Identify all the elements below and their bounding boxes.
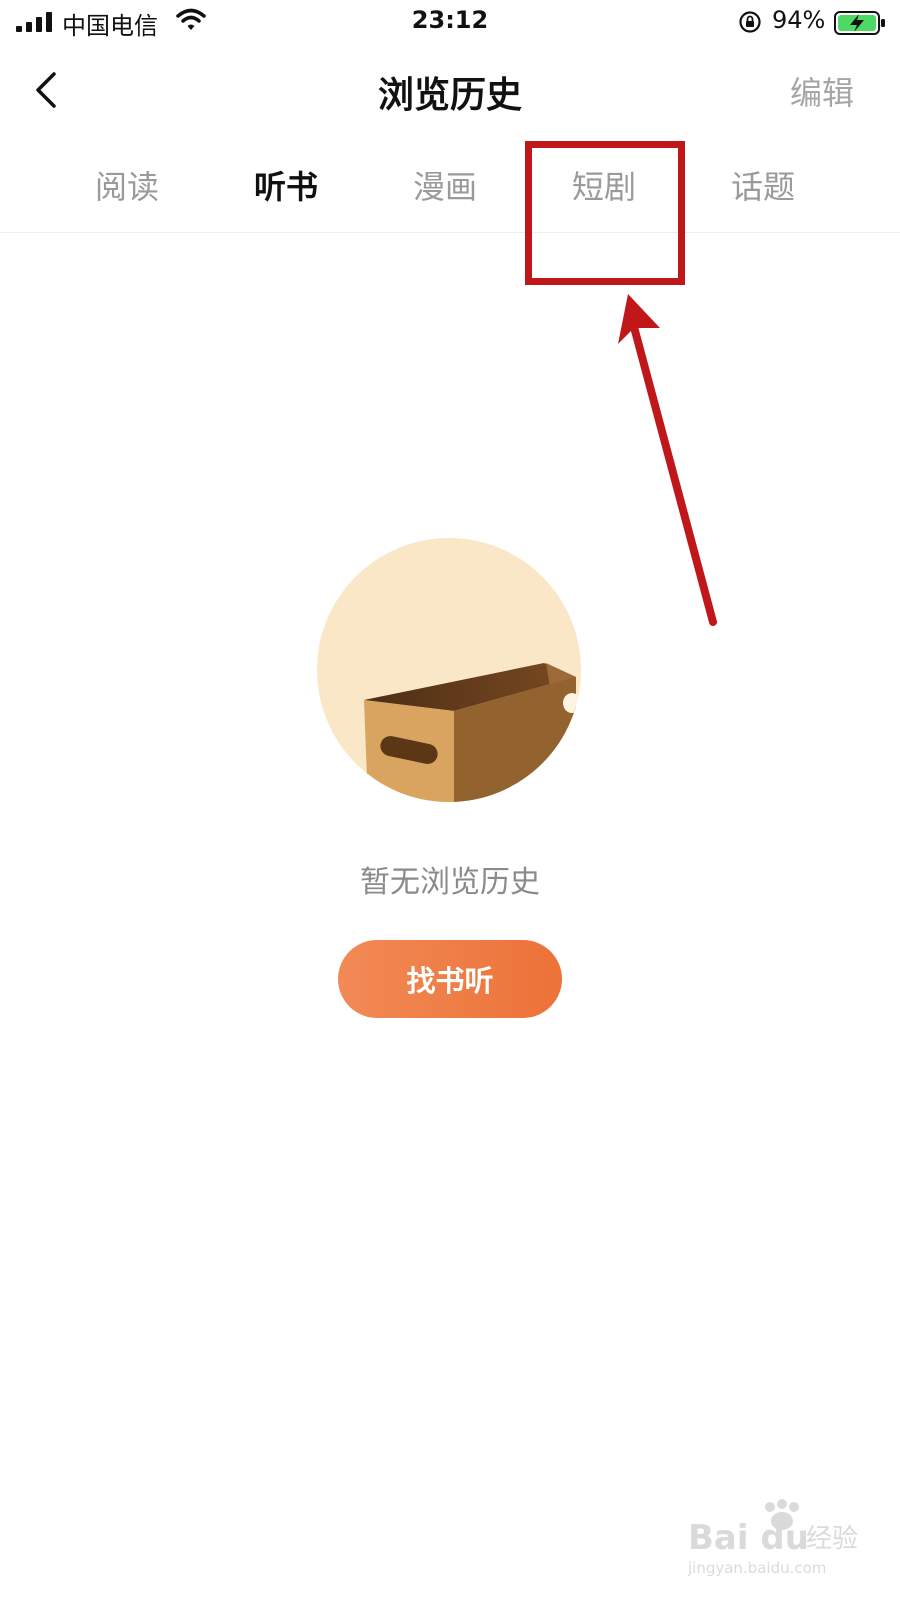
nav-bar: 浏览历史 编辑 xyxy=(0,50,900,130)
svg-text:经验: 经验 xyxy=(806,1524,858,1554)
empty-state-message: 暂无浏览历史 xyxy=(360,865,540,900)
tab-bar: 阅读 听书 漫画 短剧 话题 xyxy=(0,150,900,230)
svg-text:Bai du: Bai du xyxy=(688,1518,809,1558)
status-bar: 中国电信 23:12 94% xyxy=(0,0,900,46)
tab-comics[interactable]: 漫画 xyxy=(390,162,500,208)
tabs-divider xyxy=(0,232,900,233)
rotation-lock-icon xyxy=(739,11,761,33)
battery-percent: 94% xyxy=(772,6,826,34)
svg-text:jingyan.baidu.com: jingyan.baidu.com xyxy=(688,1559,826,1577)
tab-topics[interactable]: 话题 xyxy=(708,162,818,208)
annotation-arrow-icon xyxy=(618,294,717,626)
status-time: 23:12 xyxy=(411,6,489,34)
tab-reading[interactable]: 阅读 xyxy=(72,162,182,208)
battery-charging-icon xyxy=(834,11,885,35)
tab-audiobook[interactable]: 听书 xyxy=(231,162,341,208)
empty-box-icon xyxy=(317,538,581,802)
edit-button[interactable]: 编辑 xyxy=(790,68,854,114)
page-title: 浏览历史 xyxy=(377,75,522,116)
annotation-highlight-box xyxy=(525,141,685,285)
baidu-jingyan-watermark-icon: Bai du 经验 jingyan.baidu.com xyxy=(688,1499,858,1577)
find-books-button[interactable]: 找书听 xyxy=(338,940,562,1018)
